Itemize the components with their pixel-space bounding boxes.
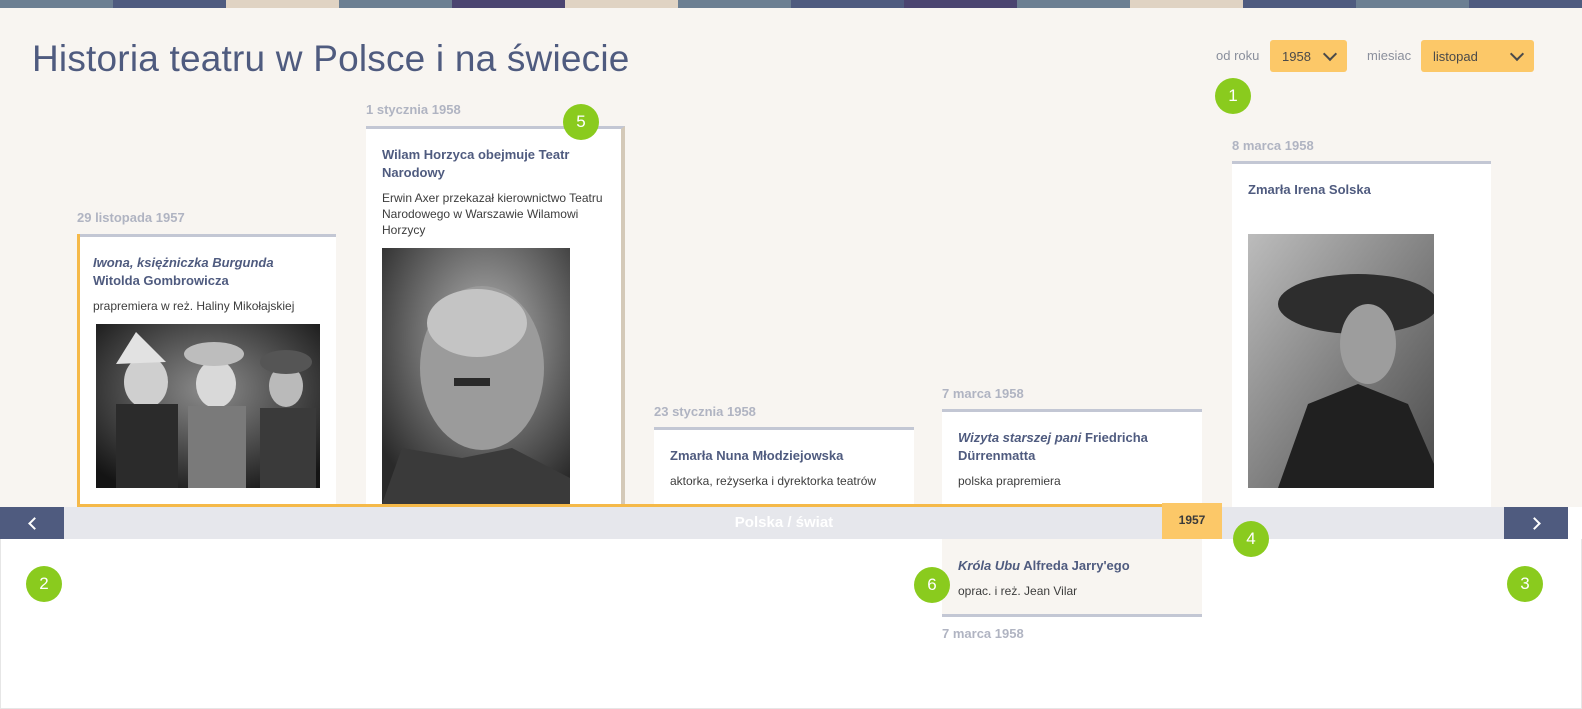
event-date: 1 stycznia 1958 xyxy=(366,102,461,117)
event-title: Zmarła Nuna Młodziejowska xyxy=(670,448,844,463)
stripe-segment xyxy=(1356,0,1469,8)
month-select[interactable]: listopad xyxy=(1421,40,1534,72)
event-title: Wilam Horzyca obejmuje Teatr Narodowy xyxy=(382,147,570,180)
stripe-segment xyxy=(678,0,791,8)
stripe-segment xyxy=(339,0,452,8)
event-date: 7 marca 1958 xyxy=(942,386,1024,401)
stripe-segment xyxy=(1243,0,1356,8)
year-select-value: 1958 xyxy=(1282,48,1311,64)
event-date: 29 listopada 1957 xyxy=(77,210,185,225)
tutorial-marker: 6 xyxy=(914,567,950,603)
event-description: prapremiera w reż. Haliny Mikołajskiej xyxy=(93,299,295,313)
timeline-prev-button[interactable] xyxy=(0,507,64,539)
stripe-segment xyxy=(1017,0,1130,8)
event-card[interactable]: Wilam Horzyca obejmuje Teatr Narodowy Er… xyxy=(366,126,625,504)
event-description: Erwin Axer przekazał kierownictwo Teatru… xyxy=(382,191,603,237)
event-description: polska prapremiera xyxy=(958,474,1061,488)
event-card[interactable]: Zmarła Nuna Młodziejowska aktorka, reżys… xyxy=(654,427,914,504)
stripe-segment xyxy=(226,0,339,8)
stripe-segment xyxy=(452,0,565,8)
portrait-photo-woman xyxy=(1248,234,1434,488)
event-date: 8 marca 1958 xyxy=(1232,138,1314,153)
current-year-badge[interactable]: 1957 xyxy=(1162,503,1222,539)
event-card[interactable]: Zmarła Irena Solska xyxy=(1232,161,1491,507)
month-filter-label: miesiac xyxy=(1367,48,1412,63)
event-description: aktorka, reżyserka i dyrektorka teatrów xyxy=(670,474,877,488)
year-filter-label: od roku xyxy=(1216,48,1260,63)
year-select[interactable]: 1958 xyxy=(1270,40,1347,72)
chevron-right-icon xyxy=(1527,516,1541,530)
stripe-segment xyxy=(113,0,226,8)
chevron-down-icon xyxy=(1509,46,1525,61)
tutorial-marker: 3 xyxy=(1507,566,1543,602)
stripe-segment xyxy=(1130,0,1243,8)
stripe-segment xyxy=(904,0,1017,8)
decorative-stripe-bar xyxy=(0,0,1582,8)
timeline-next-button[interactable] xyxy=(1504,507,1568,539)
page-title: Historia teatru w Polsce i na świecie xyxy=(32,38,630,79)
event-card[interactable]: Wizyta starszej pani Friedricha Dürrenma… xyxy=(942,409,1202,504)
portrait-photo-man xyxy=(382,248,570,504)
world-event-title: Króla Ubu Alfreda Jarry'ego xyxy=(958,558,1130,573)
stripe-segment xyxy=(1469,0,1582,8)
event-title: Wizyta starszej pani Friedricha Dürrenma… xyxy=(958,430,1148,463)
timeline-connector xyxy=(77,234,80,507)
chevron-left-icon xyxy=(27,516,41,530)
theatre-scene-photo xyxy=(96,324,320,488)
timeline-label: Polska / świat xyxy=(734,514,834,531)
month-select-value: listopad xyxy=(1433,48,1478,64)
stripe-segment xyxy=(565,0,678,8)
tutorial-marker: 4 xyxy=(1233,521,1269,557)
event-date: 23 stycznia 1958 xyxy=(654,404,756,419)
stripe-segment xyxy=(0,0,113,8)
world-event-description: oprac. i reż. Jean Vilar xyxy=(958,584,1078,598)
tutorial-marker: 5 xyxy=(563,104,599,140)
event-title: Zmarła Irena Solska xyxy=(1248,182,1371,197)
event-card[interactable]: Iwona, księżniczka Burgunda Witolda Gomb… xyxy=(77,234,336,507)
tutorial-marker: 2 xyxy=(26,566,62,602)
world-event-card[interactable]: Króla Ubu Alfreda Jarry'ego oprac. i reż… xyxy=(942,539,1202,617)
event-title: Iwona, księżniczka Burgunda Witolda Gomb… xyxy=(93,255,274,288)
timeline-lower-area xyxy=(0,539,1582,709)
chevron-down-icon xyxy=(1322,46,1338,61)
tutorial-marker: 1 xyxy=(1215,78,1251,114)
stripe-segment xyxy=(791,0,904,8)
world-event-date: 7 marca 1958 xyxy=(942,626,1024,641)
